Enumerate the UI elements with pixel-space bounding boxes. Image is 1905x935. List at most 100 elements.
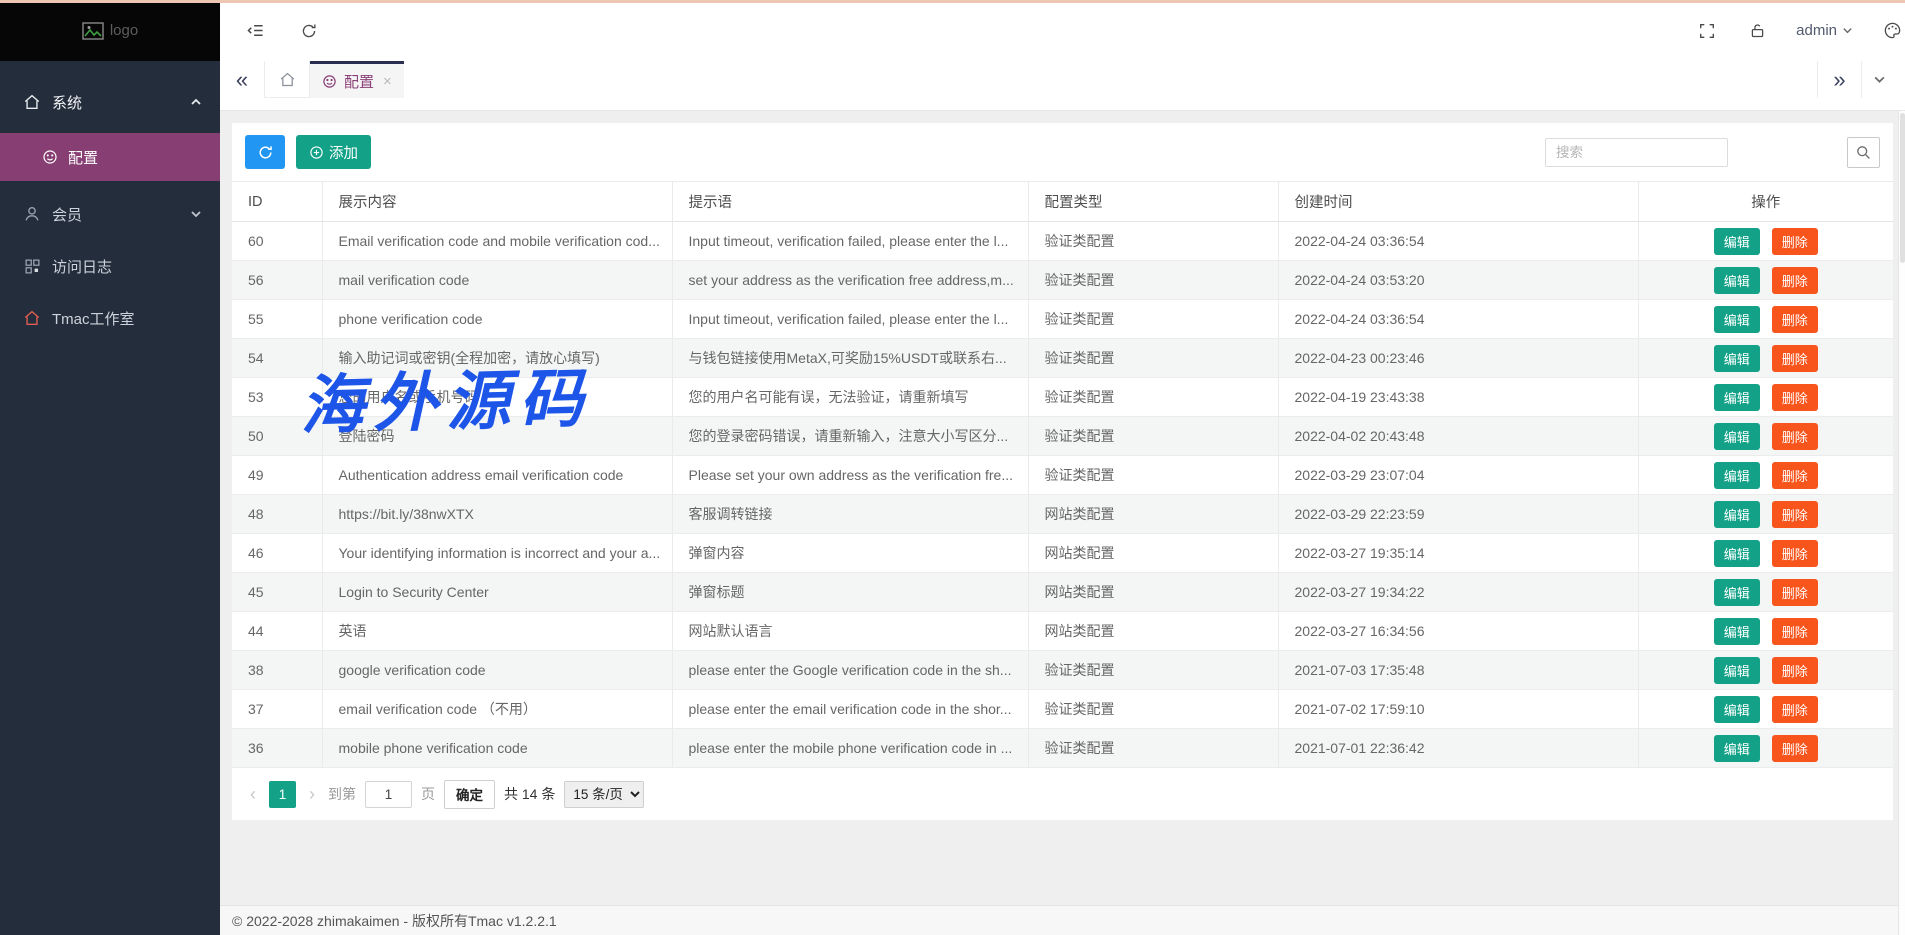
edit-button[interactable]: 编辑 [1714,657,1760,684]
goto-page-input[interactable] [365,781,412,808]
delete-button[interactable]: 删除 [1772,345,1818,372]
edit-button[interactable]: 编辑 [1714,306,1760,333]
cell-created: 2021-07-02 17:59:10 [1278,690,1638,729]
cell-content: Authentication address email verificatio… [322,456,672,495]
delete-button[interactable]: 删除 [1772,267,1818,294]
delete-button[interactable]: 删除 [1772,735,1818,762]
toolbar: 添加 [232,135,1893,169]
sidebar-item-members[interactable]: 会员 [0,193,220,235]
table-row: 49 Authentication address email verifica… [232,456,1893,495]
delete-button[interactable]: 删除 [1772,384,1818,411]
cell-tip: please enter the email verification code… [672,690,1028,729]
table-row: 56 mail verification code set your addre… [232,261,1893,300]
sidebar-item-tmac-studio[interactable]: Tmac工作室 [0,297,220,339]
cell-content: 英语 [322,612,672,651]
cell-id: 53 [232,378,322,417]
edit-button[interactable]: 编辑 [1714,540,1760,567]
edit-button[interactable]: 编辑 [1714,735,1760,762]
vertical-scrollbar[interactable] [1898,111,1905,935]
cell-actions: 编辑 删除 [1638,729,1893,768]
edit-button[interactable]: 编辑 [1714,696,1760,723]
cell-created: 2022-03-27 19:35:14 [1278,534,1638,573]
tabs-scroll-left-icon[interactable]: « [220,61,264,99]
tabs-scroll-right-icon[interactable]: » [1817,61,1861,98]
edit-button[interactable]: 编辑 [1714,228,1760,255]
cell-tip: 您的用户名可能有误，无法验证，请重新填写 [672,378,1028,417]
column-header-type: 配置类型 [1028,182,1278,222]
lock-icon[interactable] [1746,20,1768,42]
delete-button[interactable]: 删除 [1772,540,1818,567]
cell-tip: set your address as the verification fre… [672,261,1028,300]
theme-palette-icon[interactable] [1881,20,1903,42]
cell-tip: Please set your own address as the verif… [672,456,1028,495]
cell-tip: 与钱包链接使用MetaX,可奖励15%USDT或联系右... [672,339,1028,378]
search-input[interactable] [1545,138,1728,167]
cell-content: phone verification code [322,300,672,339]
table-row: 44 英语 网站默认语言 网站类配置 2022-03-27 16:34:56 编… [232,612,1893,651]
scrollbar-thumb[interactable] [1900,113,1905,263]
sidebar-item-label: 系统 [52,92,82,113]
delete-button[interactable]: 删除 [1772,462,1818,489]
goto-confirm-button[interactable]: 确定 [444,780,495,809]
delete-button[interactable]: 删除 [1772,696,1818,723]
refresh-icon [257,144,274,161]
delete-button[interactable]: 删除 [1772,657,1818,684]
collapse-menu-icon[interactable] [244,20,266,42]
cell-created: 2022-04-23 00:23:46 [1278,339,1638,378]
cell-actions: 编辑 删除 [1638,495,1893,534]
table-row: 48 https://bit.ly/38nwXTX 客服调转链接 网站类配置 2… [232,495,1893,534]
tab-config[interactable]: 配置 × [310,61,404,98]
table-panel: 添加 [232,123,1893,820]
delete-button[interactable]: 删除 [1772,228,1818,255]
refresh-icon[interactable] [298,20,320,42]
column-header-actions: 操作 [1638,182,1893,222]
delete-button[interactable]: 删除 [1772,618,1818,645]
cell-id: 38 [232,651,322,690]
next-page-icon[interactable]: › [305,784,319,805]
home-icon [279,71,296,88]
page-1-button[interactable]: 1 [269,781,296,808]
sidebar-item-access-log[interactable]: 访问日志 [0,245,220,287]
edit-button[interactable]: 编辑 [1714,345,1760,372]
edit-button[interactable]: 编辑 [1714,579,1760,606]
cell-content: mail verification code [322,261,672,300]
tab-home[interactable] [264,61,310,98]
user-menu[interactable]: admin [1796,22,1853,39]
delete-button[interactable]: 删除 [1772,423,1818,450]
prev-page-icon[interactable]: ‹ [246,784,260,805]
tab-bar: « 配置 × » [220,61,1905,111]
fullscreen-icon[interactable] [1696,20,1718,42]
cell-tip: 您的登录密码错误，请重新输入，注意大小写区分... [672,417,1028,456]
sidebar-item-system[interactable]: 系统 [0,81,220,123]
sidebar: logo 系统 [0,0,220,935]
edit-button[interactable]: 编辑 [1714,423,1760,450]
sidebar-item-config[interactable]: 配置 [0,133,220,181]
top-accent-strip [0,0,1905,3]
cell-type: 验证类配置 [1028,261,1278,300]
username-label: admin [1796,22,1837,39]
table-row: 36 mobile phone verification code please… [232,729,1893,768]
edit-button[interactable]: 编辑 [1714,501,1760,528]
delete-button[interactable]: 删除 [1772,306,1818,333]
edit-button[interactable]: 编辑 [1714,267,1760,294]
cell-content: Your identifying information is incorrec… [322,534,672,573]
delete-button[interactable]: 删除 [1772,501,1818,528]
add-button[interactable]: 添加 [296,135,371,169]
cell-id: 36 [232,729,322,768]
refresh-table-button[interactable] [245,135,285,169]
page-size-select[interactable]: 15 条/页 [564,781,644,808]
edit-button[interactable]: 编辑 [1714,618,1760,645]
home-icon-red [22,308,42,328]
delete-button[interactable]: 删除 [1772,579,1818,606]
edit-button[interactable]: 编辑 [1714,384,1760,411]
cell-tip: 弹窗内容 [672,534,1028,573]
cell-id: 45 [232,573,322,612]
search-button[interactable] [1847,137,1880,168]
cell-type: 网站类配置 [1028,612,1278,651]
table-body: 60 Email verification code and mobile ve… [232,222,1893,768]
content-area: 添加 [220,111,1905,905]
edit-button[interactable]: 编辑 [1714,462,1760,489]
cell-id: 55 [232,300,322,339]
tab-close-icon[interactable]: × [383,73,392,90]
tabs-dropdown-icon[interactable] [1861,61,1897,98]
